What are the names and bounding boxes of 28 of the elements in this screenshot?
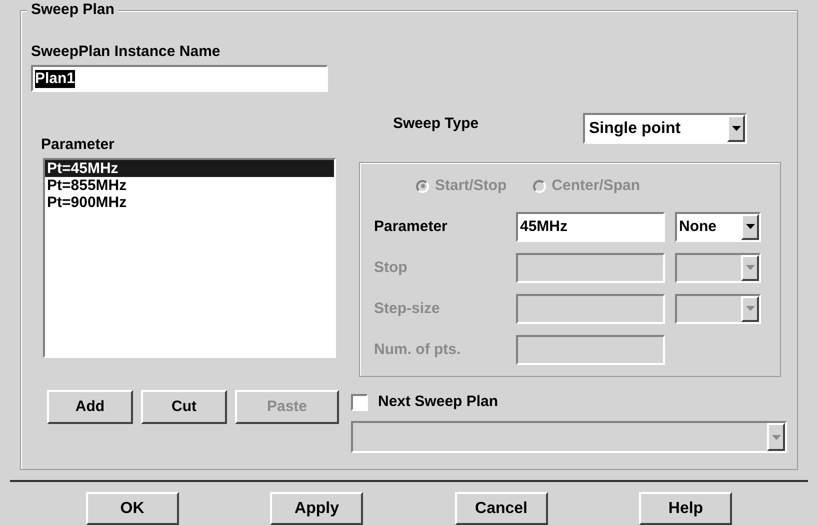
radio-label: Start/Stop: [435, 177, 507, 195]
field-label: SweepPlan Instance Name: [31, 42, 222, 61]
row-label: Num. of pts.: [374, 340, 462, 358]
sweep-type-dropdown[interactable]: Single point: [583, 113, 747, 144]
radio-label: Center/Span: [552, 177, 640, 195]
dialog-button[interactable]: Apply: [270, 492, 364, 525]
list-action-button[interactable]: Add: [47, 390, 133, 424]
instance-name-field[interactable]: Plan1: [31, 65, 328, 92]
dialog-button[interactable]: OK: [86, 492, 179, 525]
dialog-button[interactable]: Cancel: [454, 492, 548, 525]
row-label: Parameter: [374, 218, 448, 236]
unit-dropdown[interactable]: [675, 252, 761, 282]
parameter-list[interactable]: Pt=45MHz Pt=855MHz Pt=900MHz: [43, 158, 336, 358]
list-action-button[interactable]: Cut: [141, 390, 227, 424]
value-field[interactable]: 45MHz: [516, 212, 665, 242]
checkbox[interactable]: [351, 394, 368, 410]
unit-dropdown[interactable]: None: [675, 212, 761, 242]
unit-dropdown[interactable]: [675, 294, 761, 324]
group-title: Sweep Plan: [27, 1, 118, 19]
list-item[interactable]: Pt=855MHz: [45, 177, 334, 194]
sweep-type-label: Sweep Type: [393, 114, 480, 132]
row-label: Stop: [374, 258, 408, 276]
list-item[interactable]: Pt=900MHz: [45, 194, 334, 211]
row-label: Step-size: [374, 300, 441, 318]
dialog-button[interactable]: Help: [639, 492, 732, 525]
checkbox-label: Next Sweep Plan: [378, 393, 498, 411]
list-label: Parameter: [41, 136, 116, 154]
list-item[interactable]: Pt=45MHz: [45, 160, 334, 177]
